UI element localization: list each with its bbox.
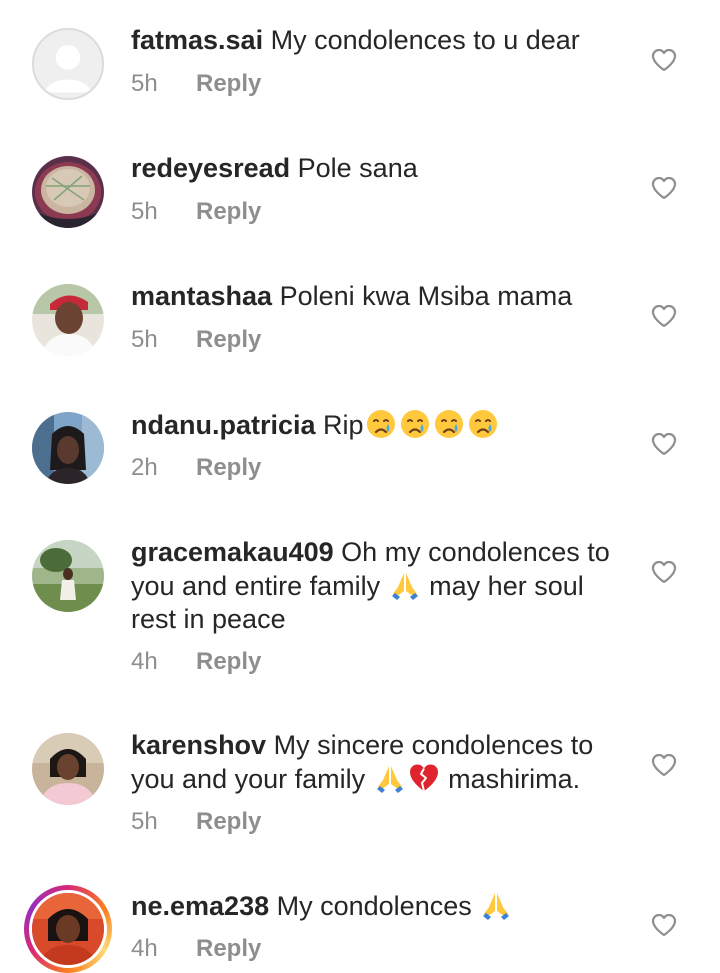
like-heart-icon[interactable]: [651, 48, 677, 72]
avatar[interactable]: [32, 284, 104, 356]
reply-button[interactable]: Reply: [196, 454, 261, 481]
comment-time: 5h: [131, 808, 158, 835]
comment-meta: 4h Reply: [131, 648, 261, 676]
comment-body-continued: mashirima.: [448, 764, 581, 794]
comment-text: mantashaa Poleni kwa Msiba mama: [131, 280, 631, 313]
comment-meta: 4h Reply: [131, 935, 261, 963]
comment-meta: 5h Reply: [131, 326, 261, 354]
folded-hands-icon: [389, 569, 421, 601]
reply-button[interactable]: Reply: [196, 198, 261, 225]
comment-meta: 5h Reply: [131, 198, 261, 226]
like-heart-icon[interactable]: [651, 753, 677, 777]
username-link[interactable]: ne.ema238: [131, 891, 269, 921]
avatar[interactable]: [32, 28, 104, 100]
username-link[interactable]: redeyesread: [131, 153, 290, 183]
reply-button[interactable]: Reply: [196, 935, 261, 962]
reply-button[interactable]: Reply: [196, 808, 261, 835]
comment-body: Pole sana: [297, 153, 418, 183]
crying-face-icon: [365, 408, 397, 440]
username-link[interactable]: fatmas.sai: [131, 25, 263, 55]
comment-time: 5h: [131, 70, 158, 97]
avatar-image: [32, 733, 104, 805]
comment-meta: 2h Reply: [131, 454, 261, 482]
broken-heart-icon: [408, 762, 440, 794]
avatar-image: [32, 156, 104, 228]
avatar[interactable]: [32, 733, 104, 805]
comment-text: fatmas.sai My condolences to u dear: [131, 24, 631, 57]
comment-meta: 5h Reply: [131, 70, 261, 98]
avatar-image: [32, 412, 104, 484]
like-heart-icon[interactable]: [651, 304, 677, 328]
default-avatar-icon: [34, 30, 102, 98]
comment-time: 4h: [131, 935, 158, 962]
avatar: [29, 890, 107, 968]
comment-text: ne.ema238 My condolences: [131, 889, 631, 923]
comment-body: Rip: [323, 410, 364, 440]
username-link[interactable]: karenshov: [131, 730, 266, 760]
reply-button[interactable]: Reply: [196, 326, 261, 353]
comment-meta: 5h Reply: [131, 808, 261, 836]
comment-time: 5h: [131, 326, 158, 353]
comment-text: gracemakau409 Oh my condolences to you a…: [131, 536, 631, 636]
username-link[interactable]: ndanu.patricia: [131, 410, 316, 440]
avatar[interactable]: [32, 412, 104, 484]
avatar-image: [32, 284, 104, 356]
avatar[interactable]: [32, 156, 104, 228]
username-link[interactable]: gracemakau409: [131, 537, 334, 567]
folded-hands-icon: [480, 889, 512, 921]
like-heart-icon[interactable]: [651, 176, 677, 200]
reply-button[interactable]: Reply: [196, 70, 261, 97]
comment-body: My condolences: [276, 891, 472, 921]
folded-hands-icon: [374, 762, 406, 794]
comment-text: ndanu.patricia Rip: [131, 408, 631, 442]
avatar-image: [32, 540, 104, 612]
avatar[interactable]: [32, 540, 104, 612]
comment-body: My condolences to u dear: [270, 25, 580, 55]
avatar-with-story-ring[interactable]: [24, 885, 112, 973]
like-heart-icon[interactable]: [651, 432, 677, 456]
avatar-image: [32, 893, 104, 965]
comment-time: 2h: [131, 454, 158, 481]
username-link[interactable]: mantashaa: [131, 281, 272, 311]
comment-body: Poleni kwa Msiba mama: [279, 281, 573, 311]
crying-face-icon: [433, 408, 465, 440]
like-heart-icon[interactable]: [651, 913, 677, 937]
comment-text: karenshov My sincere condolences to you …: [131, 729, 631, 796]
like-heart-icon[interactable]: [651, 560, 677, 584]
comment-text: redeyesread Pole sana: [131, 152, 631, 185]
crying-face-icon: [467, 408, 499, 440]
comment-time: 5h: [131, 198, 158, 225]
reply-button[interactable]: Reply: [196, 648, 261, 675]
crying-face-icon: [399, 408, 431, 440]
comment-time: 4h: [131, 648, 158, 675]
